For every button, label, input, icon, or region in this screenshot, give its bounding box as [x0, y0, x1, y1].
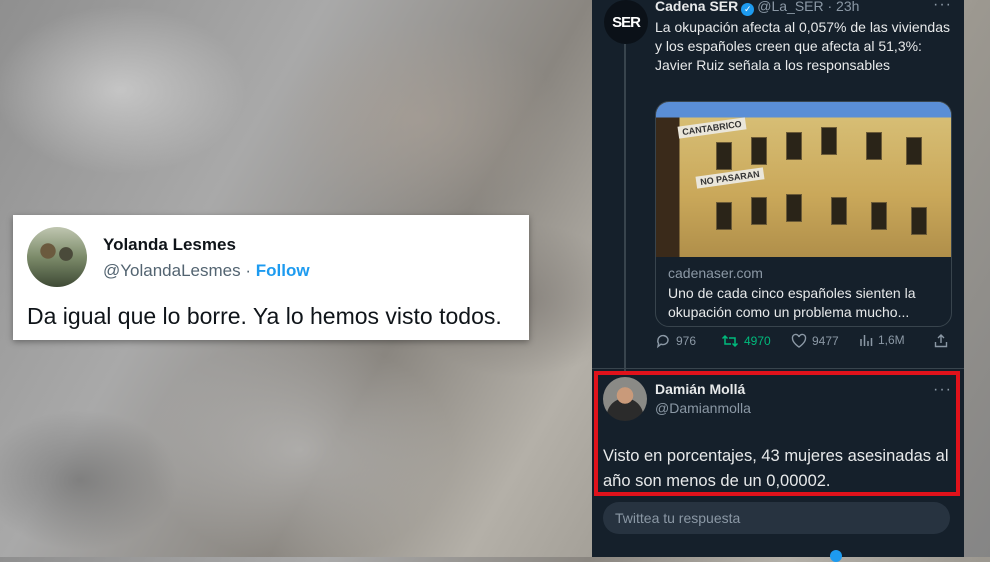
more-options-icon[interactable]: ···: [933, 0, 952, 14]
reply-icon: [656, 334, 669, 349]
retweet-icon: [721, 334, 739, 348]
views-chart-icon: [860, 335, 873, 346]
tweet-text: Da igual que lo borre. Ya lo hemos visto…: [27, 303, 502, 329]
thread-connector-line: [624, 44, 626, 374]
highlight-box: [594, 371, 960, 496]
verified-badge-icon: ✓: [741, 3, 755, 16]
link-title: Uno de cada cinco españoles sienten la o…: [668, 285, 916, 320]
banner-text: CANTABRICO: [677, 117, 747, 139]
tweet-actions: 976 4970 9477 1,6M: [655, 333, 950, 353]
views-count: 1,6M: [878, 333, 905, 347]
link-preview-image: CANTABRICO NO PASARAN: [656, 102, 951, 257]
link-domain: cadenaser.com: [668, 265, 763, 281]
tweet-header: Cadena SER ✓ @La_SER · 23h: [655, 0, 859, 16]
compose-indicator-dot: [830, 550, 842, 562]
retweet-action[interactable]: 4970: [721, 333, 771, 349]
author-handle-row: @YolandaLesmes · Follow: [103, 261, 310, 281]
share-icon: [934, 334, 948, 348]
views-action[interactable]: 1,6M: [859, 333, 905, 347]
share-action[interactable]: [933, 333, 949, 349]
retweet-count: 4970: [744, 334, 771, 348]
banner-text: NO PASARAN: [695, 167, 765, 189]
avatar[interactable]: [27, 227, 87, 287]
like-action[interactable]: 9477: [791, 333, 839, 349]
author-name[interactable]: Cadena SER: [655, 0, 738, 14]
like-count: 9477: [812, 334, 839, 348]
reply-action[interactable]: 976: [655, 333, 696, 349]
quoted-tweet-card: Yolanda Lesmes @YolandaLesmes · Follow D…: [13, 215, 529, 340]
twitter-thread-panel: SER Cadena SER ✓ @La_SER · 23h ··· La okup…: [592, 0, 964, 562]
link-preview-card[interactable]: CANTABRICO NO PASARAN cadenaser.com Uno …: [655, 101, 952, 327]
avatar[interactable]: SER: [604, 0, 648, 44]
author-handle[interactable]: @YolandaLesmes: [103, 261, 241, 280]
divider: [592, 368, 964, 369]
avatar-logo-text: SER: [612, 13, 641, 31]
author-handle[interactable]: @La_SER: [757, 0, 823, 14]
reply-count: 976: [676, 334, 697, 348]
tweet-time[interactable]: · 23h: [828, 0, 860, 14]
follow-button[interactable]: Follow: [256, 261, 310, 280]
tweet-text: La okupación afecta al 0,057% de las viv…: [655, 19, 950, 73]
author-name[interactable]: Yolanda Lesmes: [103, 235, 236, 255]
reply-input[interactable]: Twittea tu respuesta: [603, 502, 950, 534]
separator: ·: [245, 261, 252, 280]
heart-icon: [791, 333, 807, 348]
